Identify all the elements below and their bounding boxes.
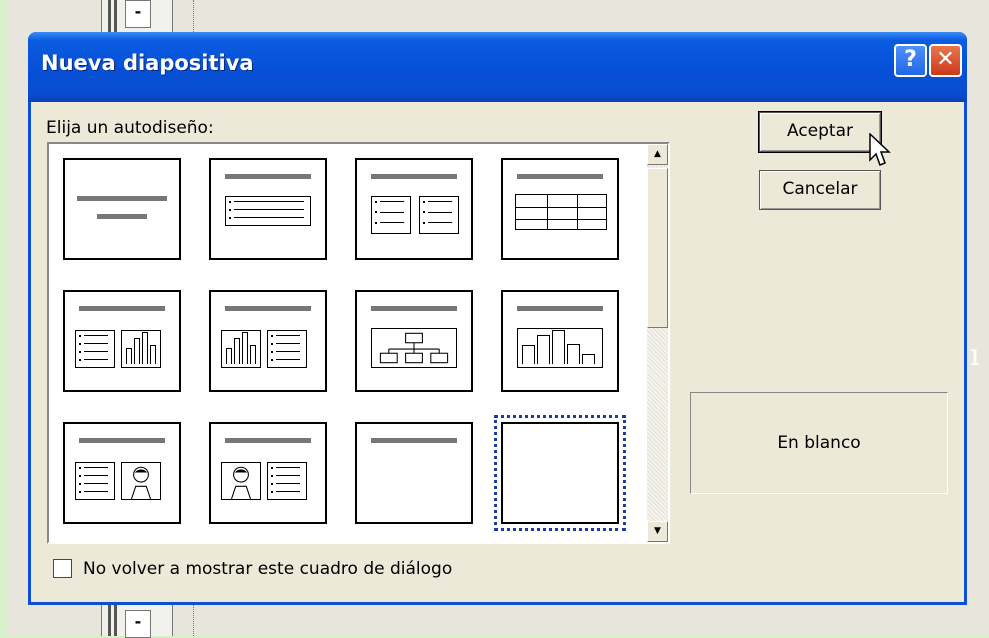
- vertical-scrollbar[interactable]: ▲ ▼: [647, 144, 668, 542]
- blank-layout-icon[interactable]: [494, 415, 626, 531]
- mouse-cursor-icon: [869, 133, 891, 166]
- chart-layout-icon[interactable]: [501, 290, 619, 392]
- layout-gallery: ▲ ▼: [47, 142, 670, 544]
- dialog-title: Nueva diapositiva: [41, 51, 254, 75]
- scroll-thumb[interactable]: [647, 168, 668, 328]
- background-control: -: [125, 610, 151, 638]
- layout-preview-name: En blanco: [690, 392, 948, 494]
- scroll-down-button[interactable]: ▼: [647, 521, 668, 542]
- text-and-chart-layout-icon[interactable]: [63, 290, 181, 392]
- bulleted-list-layout-icon[interactable]: [209, 158, 327, 260]
- help-button[interactable]: ?: [894, 44, 927, 77]
- arrow-down-icon: ▼: [654, 526, 661, 536]
- chart-and-text-layout-icon[interactable]: [209, 290, 327, 392]
- two-column-text-layout-icon[interactable]: [355, 158, 473, 260]
- arrow-up-icon: ▲: [654, 149, 661, 159]
- title-only-layout-icon[interactable]: [355, 422, 473, 524]
- clip-art-and-text-layout-icon[interactable]: [209, 422, 327, 524]
- autolayout-label: Elija un autodiseño:: [46, 118, 214, 138]
- dont-show-again-label[interactable]: No volver a mostrar este cuadro de diálo…: [83, 559, 452, 579]
- close-icon: ✕: [936, 47, 955, 72]
- table-layout-icon[interactable]: [501, 158, 619, 260]
- title-slide-layout-icon[interactable]: [63, 158, 181, 260]
- title-bar[interactable]: Nueva diapositiva ? ✕: [28, 32, 967, 102]
- new-slide-dialog: Nueva diapositiva ? ✕ Elija un autodiseñ…: [28, 32, 967, 605]
- organization-chart-layout-icon[interactable]: [355, 290, 473, 392]
- background-control: -: [125, 0, 151, 28]
- close-button[interactable]: ✕: [929, 44, 962, 77]
- background-text: ı: [970, 338, 980, 373]
- cancel-button[interactable]: Cancelar: [759, 170, 881, 210]
- text-and-clip-art-layout-icon[interactable]: [63, 422, 181, 524]
- dont-show-again-checkbox[interactable]: [53, 559, 72, 578]
- scroll-up-button[interactable]: ▲: [647, 144, 668, 165]
- ok-button[interactable]: Aceptar: [758, 111, 882, 153]
